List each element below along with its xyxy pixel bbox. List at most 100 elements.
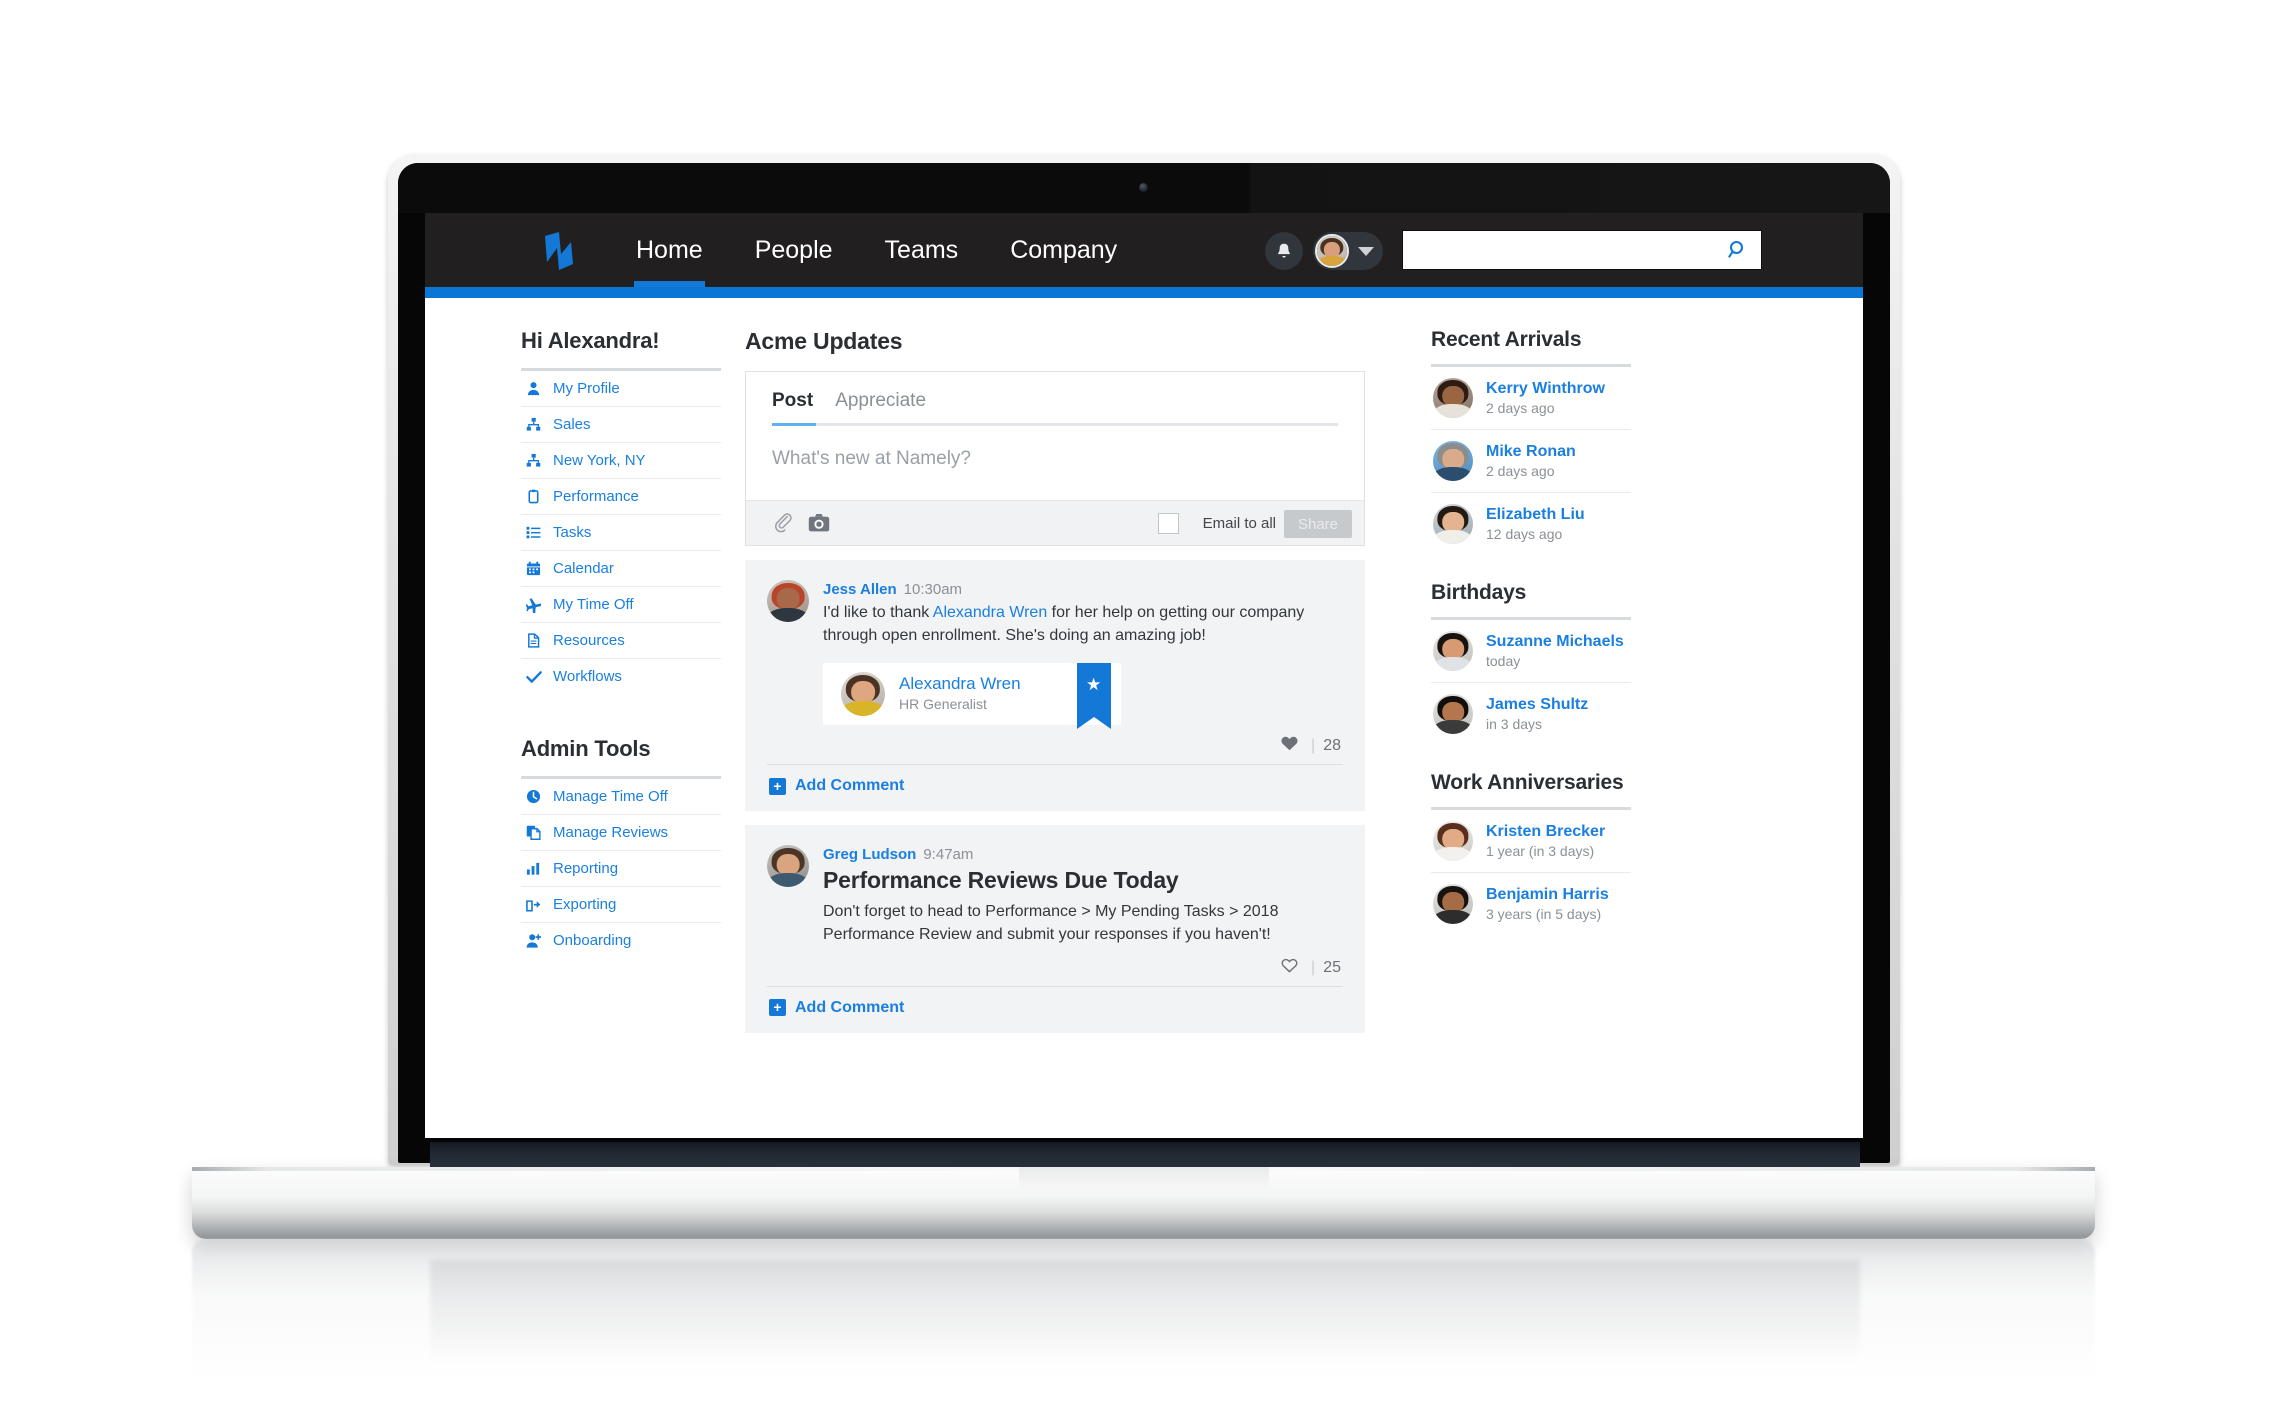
list-item[interactable]: Kristen Brecker 1 year (in 3 days) — [1431, 810, 1631, 873]
post-text-before: I'd like to thank — [823, 604, 933, 621]
share-button[interactable]: Share — [1284, 510, 1352, 538]
sidebar-item-label: Manage Reviews — [553, 824, 669, 841]
post-body: Greg Ludson 9:47am Performance Reviews Du… — [823, 845, 1343, 985]
sidebar-item-label: Performance — [553, 488, 639, 505]
list-item[interactable]: Mike Ronan 2 days ago — [1431, 430, 1631, 493]
person-name: James Shultz — [1486, 696, 1589, 714]
add-comment-button[interactable]: + Add Comment — [767, 987, 1343, 1033]
sidebar-item-my-profile[interactable]: My Profile — [521, 371, 721, 407]
heart-outline-icon[interactable] — [1281, 958, 1302, 977]
sidebar-item-label: Reporting — [553, 860, 619, 877]
sidebar-item-label: Exporting — [553, 896, 617, 913]
post-composer: Post Appreciate What's new at Namely? Em… — [745, 371, 1365, 546]
tab-post[interactable]: Post — [772, 390, 813, 423]
list-item[interactable]: James Shultz in 3 days — [1431, 683, 1631, 745]
sidebar-item-manage-reviews[interactable]: Manage Reviews — [521, 815, 721, 851]
composer-textarea[interactable]: What's new at Namely? — [746, 426, 1364, 500]
post-author[interactable]: Jess Allen — [823, 581, 897, 598]
award-ribbon-badge[interactable]: ★ — [1077, 663, 1111, 730]
post-meta: Greg Ludson 9:47am — [823, 846, 1343, 863]
sidebar-item-new-york-ny[interactable]: New York, NY — [521, 443, 721, 479]
paperclip-icon[interactable] — [772, 512, 794, 539]
sidebar-item-sales[interactable]: Sales — [521, 407, 721, 443]
post-header: Greg Ludson 9:47am Performance Reviews Du… — [767, 845, 1343, 985]
avatar — [1315, 234, 1349, 268]
person-subtitle: today — [1486, 652, 1521, 669]
page-content: Hi Alexandra! My Profile Sales New York,… — [425, 298, 1863, 1138]
list-item-text: Suzanne Michaels today — [1486, 632, 1624, 670]
search-input[interactable] — [1402, 230, 1762, 270]
person-icon — [525, 380, 542, 397]
list-item[interactable]: Kerry Winthrow 2 days ago — [1431, 367, 1631, 430]
nav-item-teams[interactable]: Teams — [859, 213, 985, 287]
left-sidebar: Hi Alexandra! My Profile Sales New York,… — [521, 328, 721, 958]
camera-icon[interactable] — [808, 513, 830, 538]
nav-item-company[interactable]: Company — [984, 213, 1143, 287]
nav-item-people[interactable]: People — [729, 213, 859, 287]
avatar — [1433, 441, 1473, 481]
sidebar-item-workflows[interactable]: Workflows — [521, 659, 721, 694]
avatar[interactable] — [841, 672, 885, 717]
shoutout-role: HR Generalist — [899, 696, 987, 713]
avatar — [1433, 631, 1473, 671]
user-menu-button[interactable] — [1313, 232, 1383, 270]
post-header: Jess Allen 10:30am I'd like to thank Alex… — [767, 580, 1343, 764]
list-item[interactable]: Suzanne Michaels today — [1431, 620, 1631, 683]
person-subtitle: 1 year (in 3 days) — [1486, 842, 1595, 859]
sidebar-item-tasks[interactable]: Tasks — [521, 515, 721, 551]
accent-bar — [425, 287, 1863, 298]
sidebar-item-my-time-off[interactable]: My Time Off — [521, 587, 721, 623]
sidebar-item-onboarding[interactable]: Onboarding — [521, 923, 721, 958]
add-person-icon — [525, 932, 542, 949]
chevron-down-icon — [1358, 247, 1374, 256]
avatar — [1433, 821, 1473, 861]
add-comment-label: Add Comment — [795, 777, 905, 795]
sidebar-item-resources[interactable]: Resources — [521, 623, 721, 659]
avatar[interactable] — [767, 845, 809, 888]
nav-item-home[interactable]: Home — [610, 213, 729, 287]
post-like-count-row: | 28 — [823, 725, 1343, 764]
laptop-reflection-inner — [430, 1260, 1860, 1380]
feed-post: Greg Ludson 9:47am Performance Reviews Du… — [745, 825, 1365, 1033]
post-author[interactable]: Greg Ludson — [823, 846, 916, 863]
list-item[interactable]: Elizabeth Liu 12 days ago — [1431, 493, 1631, 555]
sidebar-item-exporting[interactable]: Exporting — [521, 887, 721, 923]
person-name: Elizabeth Liu — [1486, 506, 1585, 524]
sidebar-item-calendar[interactable]: Calendar — [521, 551, 721, 587]
greeting-title: Hi Alexandra! — [521, 328, 660, 353]
document-icon — [525, 632, 542, 649]
namely-logo-icon[interactable] — [535, 230, 581, 272]
work-anniversaries-section: Work Anniversaries Kristen Brecker 1 yea… — [1431, 771, 1631, 935]
sidebar-item-label: Workflows — [553, 668, 622, 685]
post-time: 9:47am — [923, 846, 974, 864]
list-item-text: Benjamin Harris 3 years (in 5 days) — [1486, 885, 1609, 923]
avatar — [1433, 504, 1473, 544]
plus-icon: + — [769, 777, 786, 795]
add-comment-label: Add Comment — [795, 998, 905, 1016]
add-comment-button[interactable]: + Add Comment — [767, 765, 1343, 811]
section-title: Work Anniversaries — [1431, 771, 1624, 794]
email-to-all-checkbox[interactable] — [1158, 513, 1179, 534]
avatar — [1433, 378, 1473, 418]
separator: | — [1311, 737, 1316, 755]
sidebar-item-manage-time-off[interactable]: Manage Time Off — [521, 779, 721, 815]
bell-icon — [1278, 243, 1290, 258]
avatar[interactable] — [767, 580, 809, 622]
notifications-bell-button[interactable] — [1265, 232, 1303, 270]
list-item[interactable]: Benjamin Harris 3 years (in 5 days) — [1431, 873, 1631, 935]
sidebar-item-reporting[interactable]: Reporting — [521, 851, 721, 887]
person-name: Mike Ronan — [1486, 443, 1576, 461]
shoutout-name[interactable]: Alexandra Wren — [899, 674, 1021, 694]
laptop-hinge — [430, 1142, 1860, 1170]
clock-icon — [525, 788, 542, 805]
tab-appreciate[interactable]: Appreciate — [835, 390, 926, 423]
post-text: I'd like to thank Alexandra Wren for her… — [823, 602, 1343, 647]
post-title: Performance Reviews Due Today — [823, 867, 1179, 894]
person-subtitle: 2 days ago — [1486, 399, 1555, 416]
person-subtitle: in 3 days — [1486, 715, 1543, 732]
heart-filled-icon[interactable] — [1281, 737, 1302, 755]
post-like-count-row: | 25 — [823, 947, 1343, 986]
post-mention-link[interactable]: Alexandra Wren — [933, 604, 1047, 621]
primary-nav: Home People Teams Company — [610, 213, 1143, 287]
sidebar-item-performance[interactable]: Performance — [521, 479, 721, 515]
